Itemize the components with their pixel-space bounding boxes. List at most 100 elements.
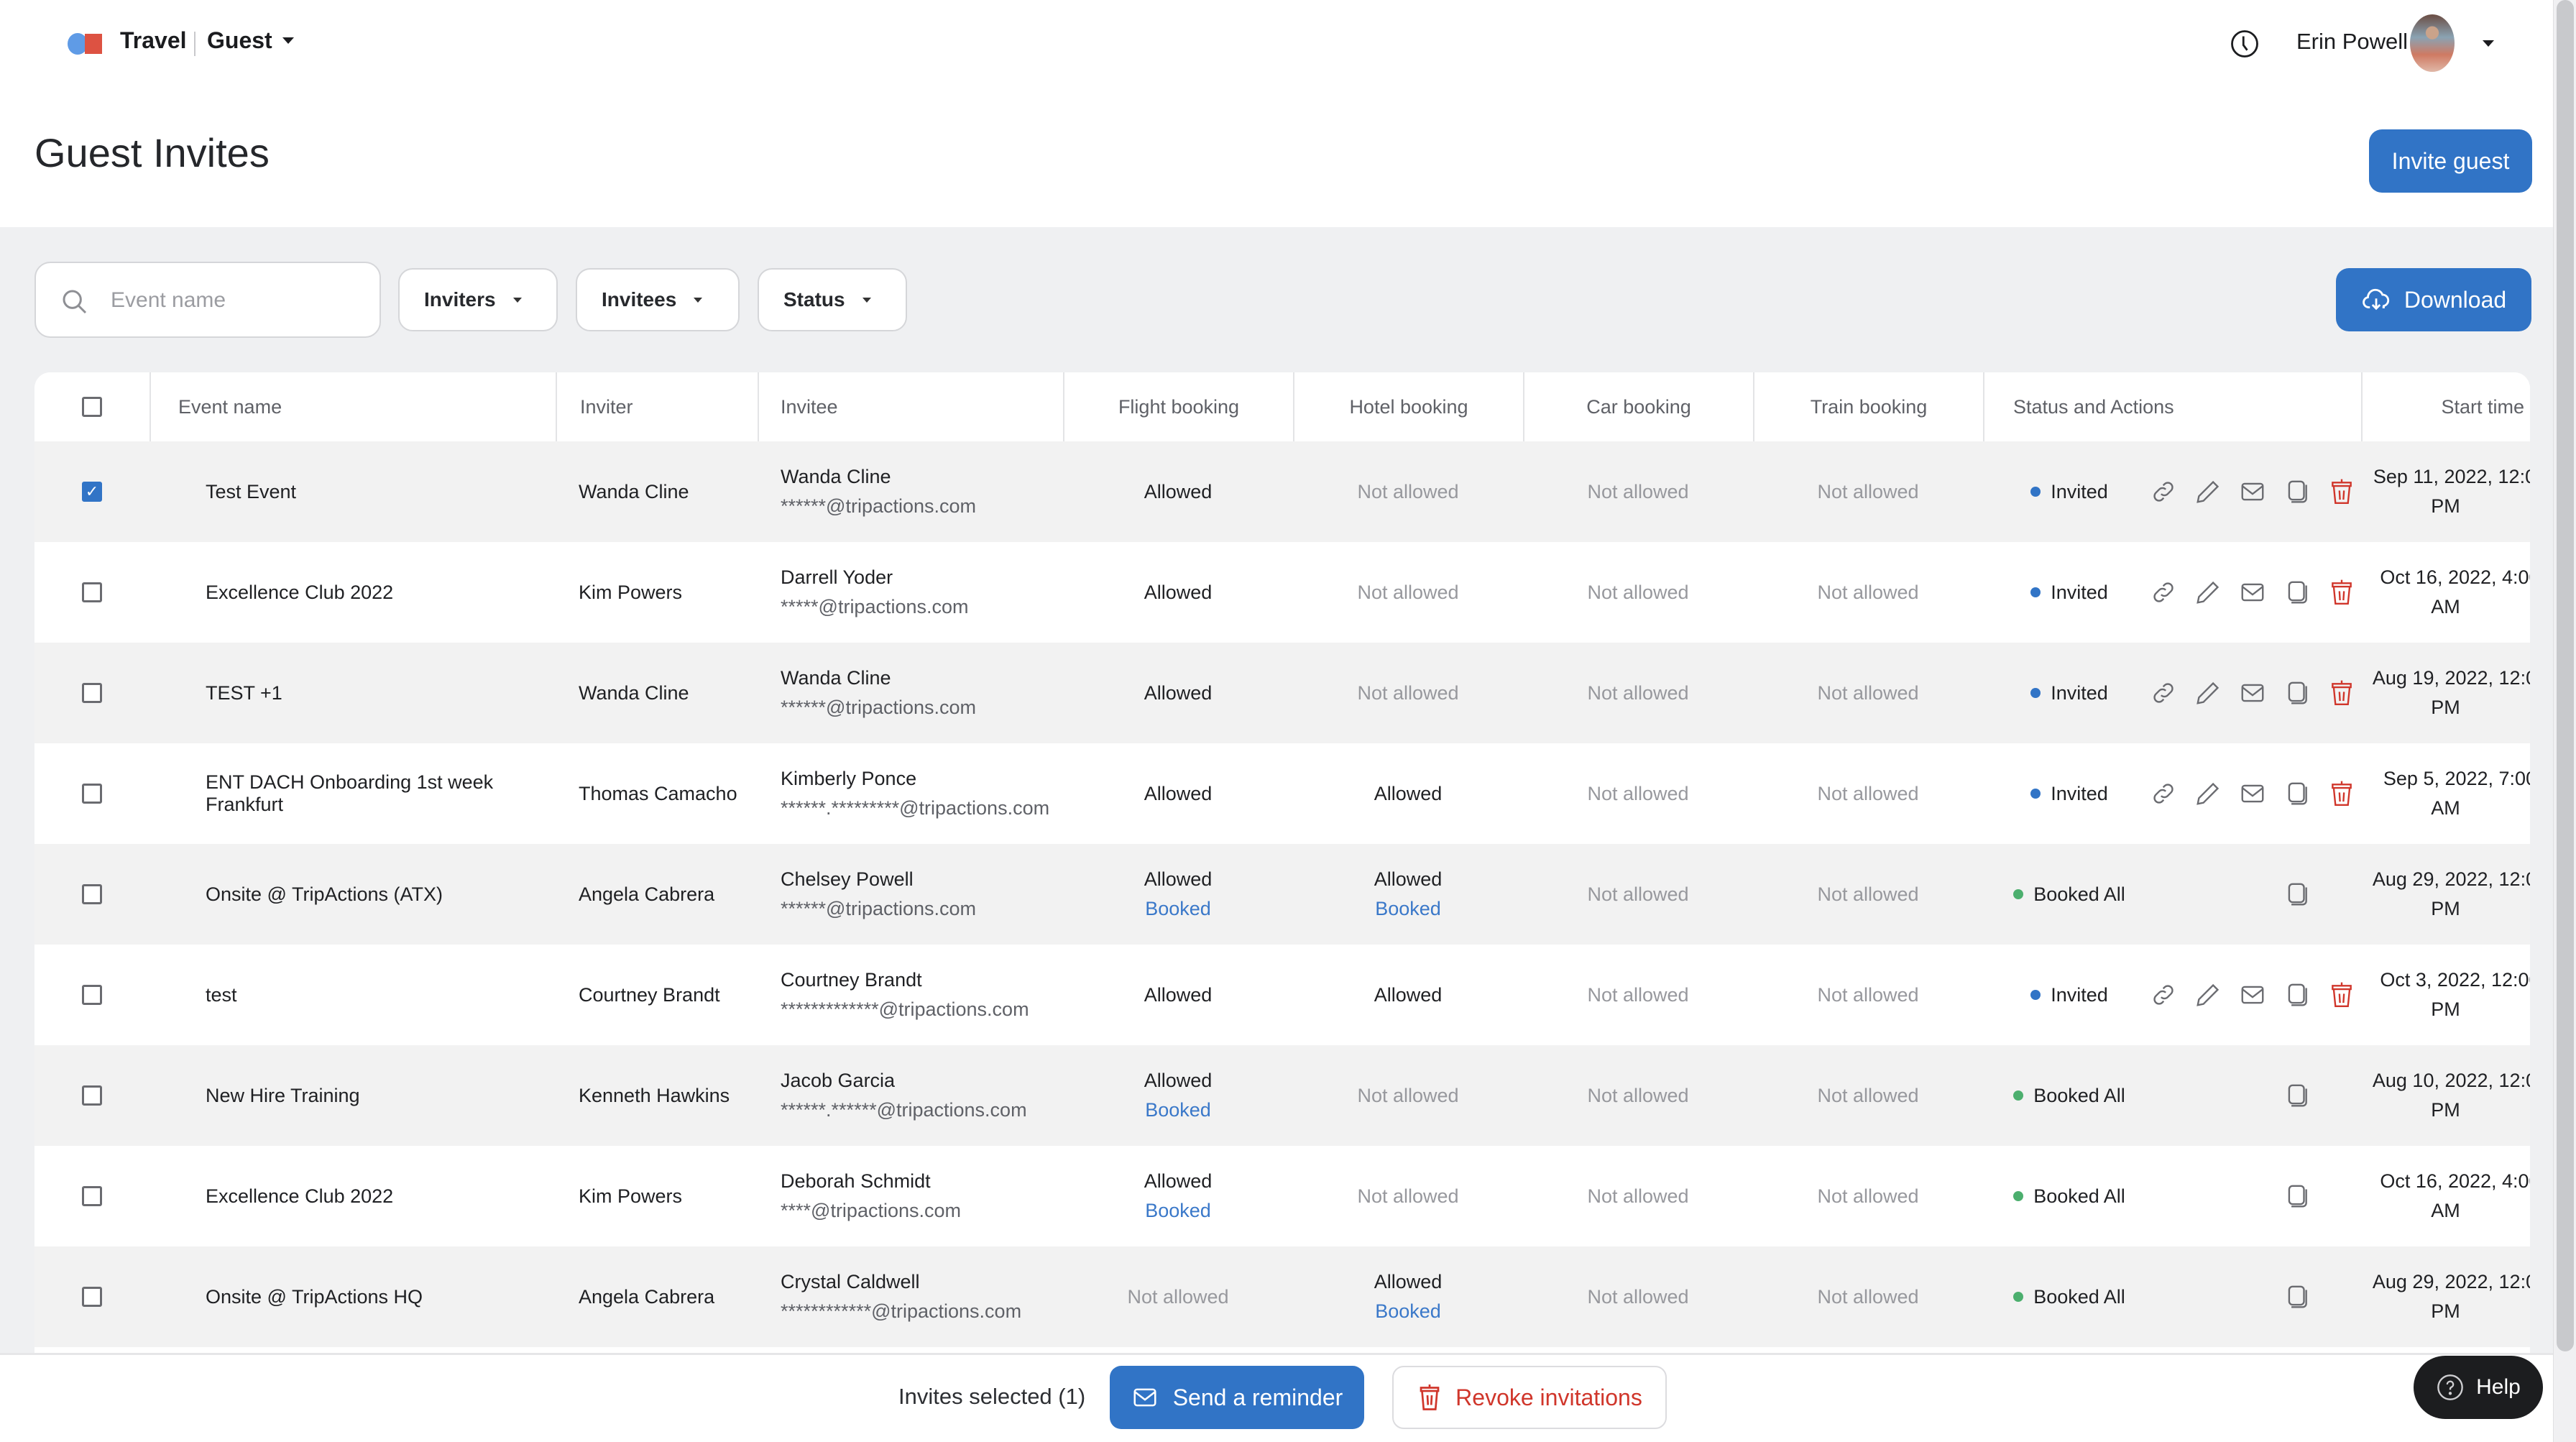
brand-divider <box>194 32 196 56</box>
trash-icon[interactable] <box>2328 679 2355 707</box>
row-checkbox[interactable] <box>82 884 102 904</box>
question-circle-icon <box>2437 1374 2463 1400</box>
invitee-name: Courtney Brandt <box>781 969 922 991</box>
column-header-inviter[interactable]: Inviter <box>556 372 758 441</box>
download-button[interactable]: Download <box>2336 268 2531 331</box>
column-header-invitee[interactable]: Invitee <box>758 372 1063 441</box>
row-checkbox[interactable] <box>82 784 102 804</box>
flight-booked-link[interactable]: Booked <box>1145 1200 1211 1222</box>
product-switcher[interactable]: Guest <box>207 27 294 54</box>
row-checkbox[interactable] <box>82 985 102 1005</box>
row-actions <box>2150 542 2355 643</box>
train-booking-value: Not allowed <box>1817 983 1919 1006</box>
table-row[interactable]: Test Event Wanda Cline Wanda Cline ******@t… <box>34 441 2530 542</box>
trash-icon[interactable] <box>2328 478 2355 505</box>
chevron-down-icon[interactable] <box>2483 40 2494 47</box>
edit-icon[interactable] <box>2194 478 2222 505</box>
copy-link-icon[interactable] <box>2150 679 2177 707</box>
hotel-booking-value: Allowed <box>1374 868 1443 890</box>
copy-link-icon[interactable] <box>2150 478 2177 505</box>
trash-icon[interactable] <box>2328 981 2355 1009</box>
column-header-status[interactable]: Status and Actions <box>1983 372 2361 441</box>
page-scrollbar[interactable] <box>2553 0 2576 1442</box>
edit-icon[interactable] <box>2194 679 2222 707</box>
column-header-flight[interactable]: Flight booking <box>1063 372 1293 441</box>
row-checkbox[interactable] <box>82 683 102 703</box>
flight-booked-link[interactable]: Booked <box>1145 898 1211 920</box>
search-field[interactable] <box>34 262 381 338</box>
avatar[interactable] <box>2410 14 2455 72</box>
row-checkbox[interactable] <box>82 582 102 602</box>
envelope-icon[interactable] <box>2239 579 2266 606</box>
duplicate-icon[interactable] <box>2283 579 2311 606</box>
inviters-filter[interactable]: Inviters <box>398 268 558 331</box>
column-header-hotel[interactable]: Hotel booking <box>1293 372 1523 441</box>
send-reminder-button[interactable]: Send a reminder <box>1110 1366 1364 1429</box>
chevron-down-icon <box>694 297 703 303</box>
start-time-date: Aug 19, 2022, 12:00 <box>2372 667 2530 689</box>
envelope-icon[interactable] <box>2239 679 2266 707</box>
table-row[interactable]: Excellence Club 2022 Kim Powers Deborah Sc… <box>34 1146 2530 1246</box>
column-header-event[interactable]: Event name <box>150 372 556 441</box>
table-row[interactable]: Onsite @ TripActions (ATX) Angela Cabrera… <box>34 844 2530 945</box>
duplicate-icon[interactable] <box>2283 780 2311 807</box>
copy-link-icon[interactable] <box>2150 780 2177 807</box>
table-row[interactable]: ENT DACH Onboarding 1st week Frankfurt Th… <box>34 743 2530 844</box>
trash-icon[interactable] <box>2328 579 2355 606</box>
scrollbar-thumb[interactable] <box>2557 0 2574 1351</box>
copy-link-icon[interactable] <box>2150 981 2177 1009</box>
table-row[interactable]: test Courtney Brandt Courtney Brandt ******… <box>34 945 2530 1045</box>
hotel-booked-link[interactable]: Booked <box>1375 1300 1441 1323</box>
user-name[interactable]: Erin Powell <box>2296 29 2408 55</box>
hotel-booked-link[interactable]: Booked <box>1375 898 1441 920</box>
status-filter[interactable]: Status <box>758 268 907 331</box>
row-select-cell <box>34 945 150 1045</box>
clock-icon[interactable] <box>2230 29 2260 59</box>
invitee-cell: Chelsey Powell ******@tripactions.com <box>758 844 1063 945</box>
column-header-start-time[interactable]: Start time <box>2361 372 2530 441</box>
duplicate-icon[interactable] <box>2283 679 2311 707</box>
duplicate-icon[interactable] <box>2283 1283 2311 1310</box>
inviter-cell: Angela Cabrera <box>556 1246 758 1347</box>
duplicate-icon[interactable] <box>2283 881 2311 908</box>
table-row[interactable]: Excellence Club 2022 Kim Powers Darrell Yo… <box>34 542 2530 643</box>
hotel-booking-cell: Allowed Booked <box>1293 1246 1523 1347</box>
event-name-search-input[interactable] <box>111 282 362 319</box>
table-row[interactable]: TEST +1 Wanda Cline Wanda Cline ******@trip… <box>34 643 2530 743</box>
flight-booking-cell: Allowed <box>1063 441 1293 542</box>
invite-guest-button[interactable]: Invite guest <box>2369 129 2532 193</box>
edit-icon[interactable] <box>2194 780 2222 807</box>
revoke-invitations-button[interactable]: Revoke invitations <box>1392 1366 1667 1429</box>
column-header-car[interactable]: Car booking <box>1523 372 1753 441</box>
duplicate-icon[interactable] <box>2283 1182 2311 1210</box>
row-checkbox[interactable] <box>82 1287 102 1307</box>
start-time-date: Sep 11, 2022, 12:00 <box>2373 466 2530 487</box>
table-row[interactable]: New Hire Training Kenneth Hawkins Jacob Ga… <box>34 1045 2530 1146</box>
envelope-icon[interactable] <box>2239 478 2266 505</box>
trash-icon[interactable] <box>2328 780 2355 807</box>
select-all-checkbox[interactable] <box>82 397 102 417</box>
duplicate-icon[interactable] <box>2283 478 2311 505</box>
brand-name[interactable]: Travel <box>120 27 187 54</box>
row-checkbox[interactable] <box>82 482 102 502</box>
table-row[interactable]: Onsite @ TripActions HQ Angela Cabrera Cry… <box>34 1246 2530 1347</box>
envelope-icon[interactable] <box>2239 780 2266 807</box>
row-checkbox[interactable] <box>82 1186 102 1206</box>
edit-icon[interactable] <box>2194 981 2222 1009</box>
flight-booked-link[interactable]: Booked <box>1145 1099 1211 1121</box>
envelope-icon[interactable] <box>2239 981 2266 1009</box>
duplicate-icon[interactable] <box>2283 1082 2311 1109</box>
flight-booking-value: Allowed <box>1144 868 1213 890</box>
status-badge: Invited <box>2051 782 2108 804</box>
row-actions <box>2150 643 2355 743</box>
duplicate-icon[interactable] <box>2283 981 2311 1009</box>
invitees-filter[interactable]: Invitees <box>576 268 740 331</box>
help-button[interactable]: Help <box>2414 1356 2543 1419</box>
chevron-down-icon <box>512 297 522 303</box>
row-checkbox[interactable] <box>82 1085 102 1106</box>
edit-icon[interactable] <box>2194 579 2222 606</box>
logo-icon[interactable] <box>68 33 105 55</box>
flight-booking-cell: Allowed Booked <box>1063 1045 1293 1146</box>
copy-link-icon[interactable] <box>2150 579 2177 606</box>
column-header-train[interactable]: Train booking <box>1753 372 1983 441</box>
